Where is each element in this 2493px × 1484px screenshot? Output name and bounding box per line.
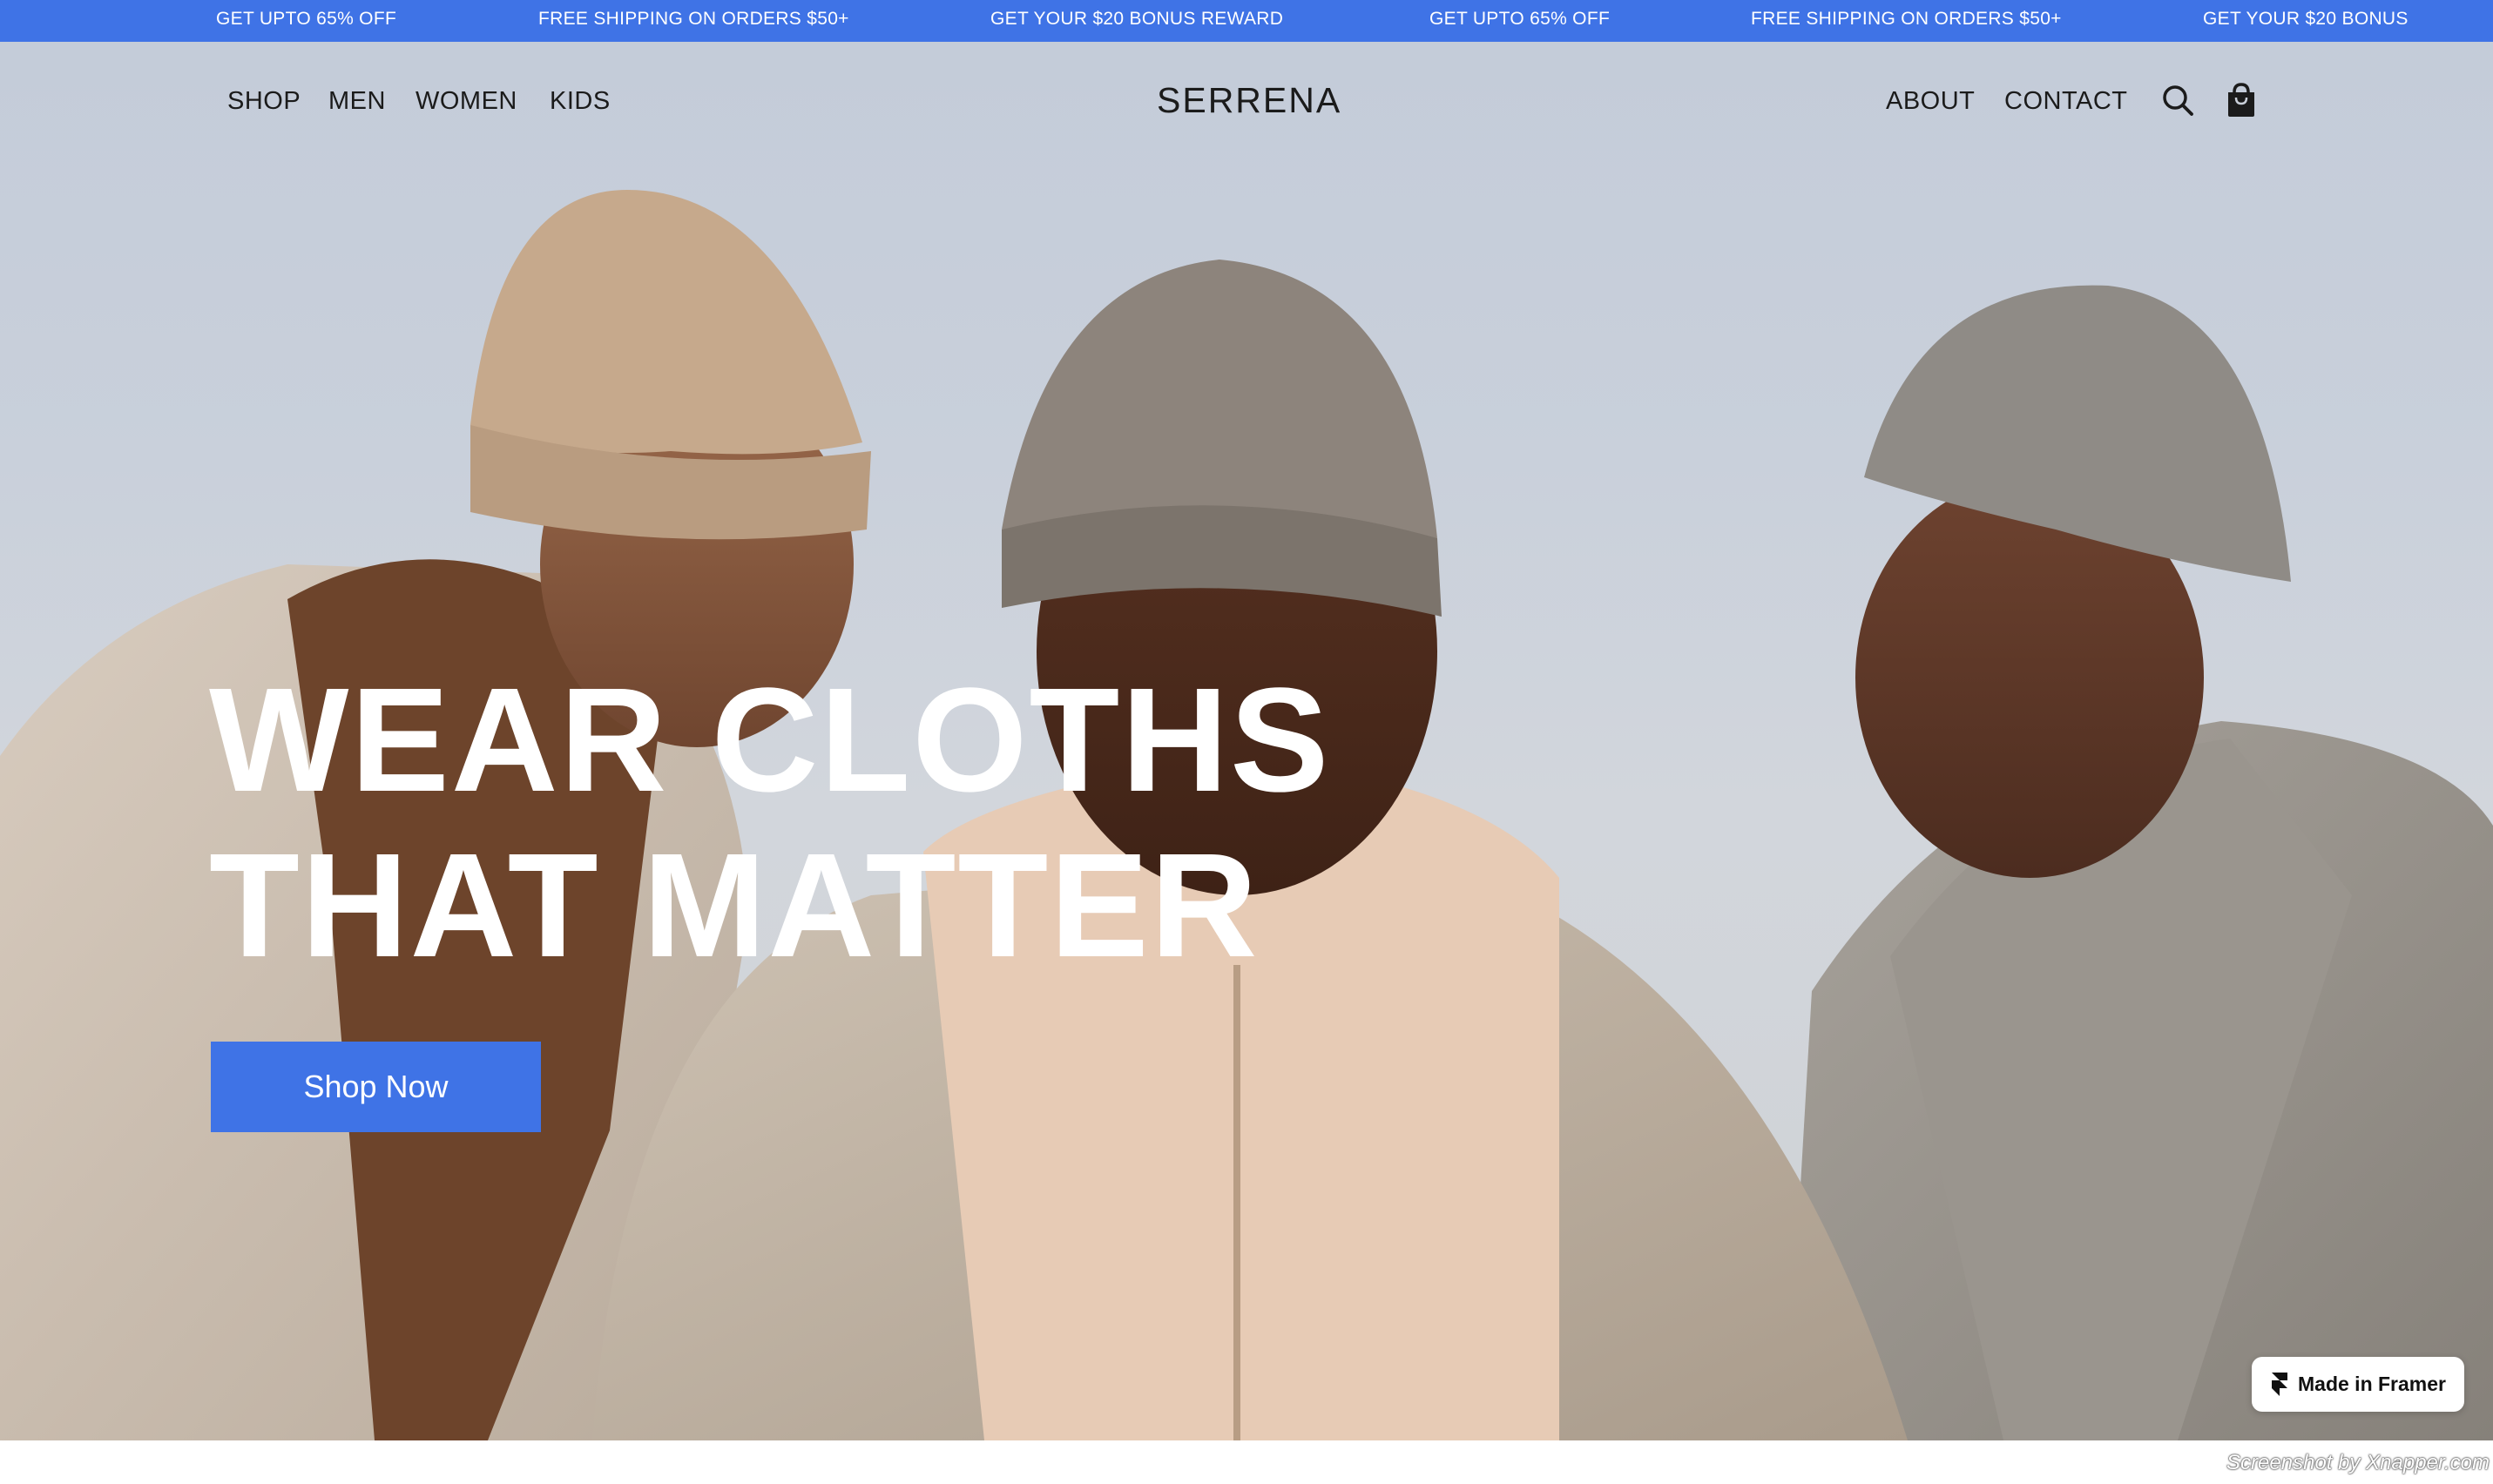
- screenshot-watermark: Screenshot by Xnapper.com: [2226, 1451, 2490, 1474]
- nav-link-about[interactable]: ABOUT: [1886, 87, 1975, 116]
- announcement-item: GET UPTO 65% OFF: [1429, 9, 1611, 29]
- nav-link-men[interactable]: MEN: [328, 87, 386, 116]
- announcement-item: FREE SHIPPING ON ORDERS $50+: [538, 9, 849, 29]
- announcement-item: GET YOUR $20 BONUS: [2203, 9, 2409, 29]
- left-man-beanie: [470, 190, 862, 455]
- framer-logo-icon: [2272, 1372, 2287, 1396]
- nav-link-kids[interactable]: KIDS: [550, 87, 611, 116]
- announcement-item: GET UPTO 65% OFF: [216, 9, 397, 29]
- shop-now-button[interactable]: Shop Now: [211, 1042, 541, 1132]
- hero-headline-line-2: THAT MATTER: [209, 823, 1260, 988]
- nav-link-women[interactable]: WOMEN: [416, 87, 517, 116]
- shopping-bag-icon[interactable]: [2225, 82, 2258, 118]
- nav-link-shop[interactable]: SHOP: [227, 87, 301, 116]
- made-in-framer-badge[interactable]: Made in Framer: [2252, 1357, 2464, 1412]
- brand-logo[interactable]: SERRENA: [1157, 80, 1341, 121]
- announcement-item: FREE SHIPPING ON ORDERS $50+: [1751, 9, 2062, 29]
- announcement-bar: GET UPTO 65% OFF FREE SHIPPING ON ORDERS…: [0, 0, 2493, 42]
- search-icon[interactable]: [2160, 83, 2195, 118]
- announcement-item: GET YOUR $20 BONUS REWARD: [990, 9, 1284, 29]
- center-man-beanie: [1002, 260, 1437, 538]
- made-in-framer-label: Made in Framer: [2298, 1373, 2446, 1395]
- hero-headline-line-1: WEAR CLOTHS: [209, 658, 1331, 823]
- nav-link-contact[interactable]: CONTACT: [2004, 87, 2128, 116]
